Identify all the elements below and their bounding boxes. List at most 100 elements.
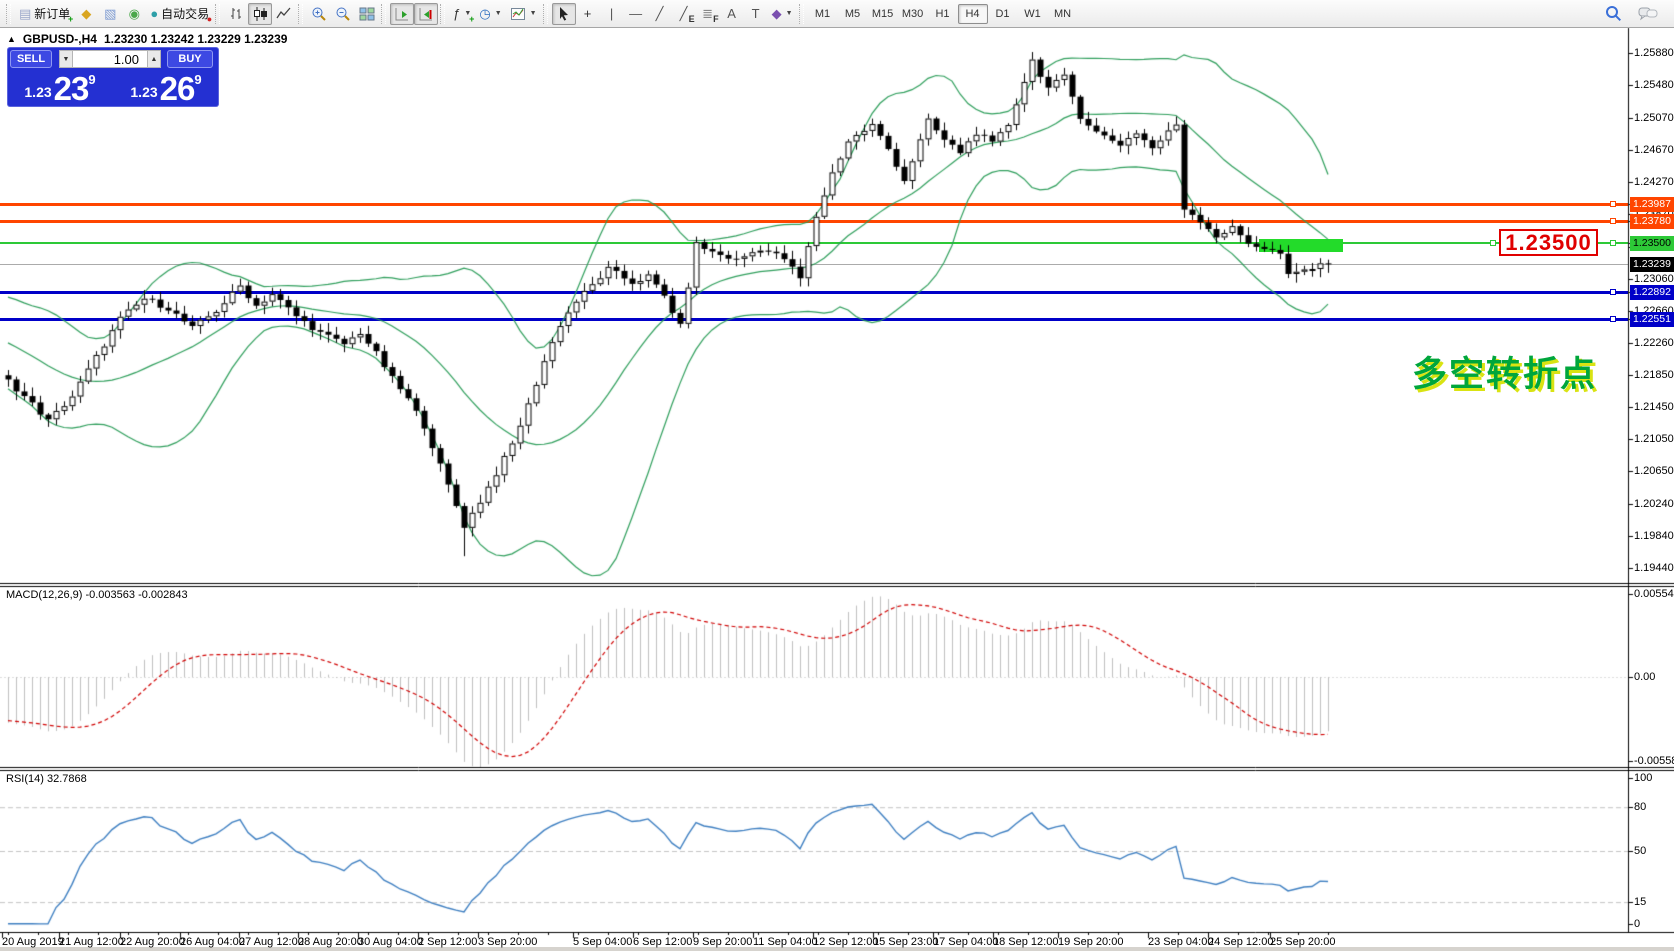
data-window-icon[interactable]: ▧ xyxy=(98,3,122,25)
rsi-axis-label: 0 xyxy=(1634,918,1640,930)
rsi-axis-label: 50 xyxy=(1634,845,1646,857)
auto-trading-icon[interactable]: ●●自动交易 xyxy=(146,3,213,25)
rsi-axis-label: 15 xyxy=(1634,896,1646,908)
timeframe-button-d1[interactable]: D1 xyxy=(988,4,1018,24)
toolbar-grip xyxy=(6,4,11,24)
price-axis-label: 1.24670 xyxy=(1634,144,1674,156)
one-click-trading-panel[interactable]: SELL ▼ ▲ BUY 1.23239 1.23269 xyxy=(7,47,219,107)
timeframe-button-w1[interactable]: W1 xyxy=(1018,4,1048,24)
volume-input[interactable] xyxy=(73,50,147,68)
support-line-1[interactable] xyxy=(0,291,1628,294)
horizontal-line-icon[interactable]: — xyxy=(624,3,648,25)
rsi-axis-label: 80 xyxy=(1634,801,1646,813)
time-axis-label: 30 Aug 04:00 xyxy=(358,936,423,948)
price-axis-label: 1.21450 xyxy=(1634,401,1674,413)
fibonacci-icon[interactable]: ≣F xyxy=(696,3,720,25)
line-anchor-node[interactable] xyxy=(1610,218,1616,224)
arrows-icon[interactable]: ◆▼ xyxy=(768,3,797,25)
line-anchor-node[interactable] xyxy=(1610,201,1616,207)
buy-price[interactable]: 1.23269 xyxy=(115,71,217,105)
toolbar-grip xyxy=(543,4,548,24)
zoom-out-icon[interactable] xyxy=(331,3,355,25)
line-anchor-node[interactable] xyxy=(1610,316,1616,322)
time-axis-label: 15 Sep 23:00 xyxy=(873,936,938,948)
price-axis-label: 1.25480 xyxy=(1634,79,1674,91)
line-anchor-node[interactable] xyxy=(1490,240,1496,246)
time-axis-label: 19 Sep 20:00 xyxy=(1058,936,1123,948)
support-line-2[interactable] xyxy=(0,318,1628,321)
bar-chart-icon[interactable] xyxy=(224,3,248,25)
resistance-line-2[interactable] xyxy=(0,220,1628,223)
text-label-icon[interactable]: T xyxy=(744,3,768,25)
line-chart-icon[interactable] xyxy=(272,3,296,25)
line-anchor-node[interactable] xyxy=(1610,240,1616,246)
time-axis-label: 21 Aug 12:00 xyxy=(59,936,124,948)
turning-point-annotation[interactable]: 多空转折点 xyxy=(1412,346,1597,397)
timeframe-button-mn[interactable]: MN xyxy=(1048,4,1078,24)
equidistant-channel-icon[interactable]: ╱E xyxy=(672,3,696,25)
price-badge: 1.23239 xyxy=(1630,257,1674,272)
volume-increase-button[interactable]: ▲ xyxy=(147,50,161,68)
auto-scroll-icon[interactable] xyxy=(390,3,414,25)
current-price-line[interactable] xyxy=(0,264,1628,265)
time-axis-label: 23 Sep 04:00 xyxy=(1148,936,1213,948)
toolbar: ▤+新订单◆▧◉●●自动交易ƒ+▼◷▼▼+|—╱╱E≣FAT◆▼M1M5M15M… xyxy=(0,0,1674,28)
search-icon[interactable] xyxy=(1601,3,1626,25)
price-axis-label: 1.19840 xyxy=(1634,530,1674,542)
cursor-icon[interactable] xyxy=(552,3,576,25)
sell-button[interactable]: SELL xyxy=(10,50,52,68)
price-alert-label[interactable]: 1.23500 xyxy=(1499,229,1598,256)
price-axis-label: 1.23060 xyxy=(1634,273,1674,285)
price-badge: 1.23987 xyxy=(1630,197,1674,212)
timeframe-button-m5[interactable]: M5 xyxy=(838,4,868,24)
zoom-in-icon[interactable] xyxy=(307,3,331,25)
crosshair-icon[interactable]: + xyxy=(576,3,600,25)
price-axis-label: 1.22260 xyxy=(1634,337,1674,349)
chart-shift-icon[interactable] xyxy=(414,3,438,25)
rsi-axis-label: 100 xyxy=(1634,772,1652,784)
time-axis-label: 22 Aug 20:00 xyxy=(120,936,185,948)
line-anchor-node[interactable] xyxy=(1610,289,1616,295)
market-watch-icon[interactable]: ◉ xyxy=(122,3,146,25)
toolbar-grip xyxy=(215,4,220,24)
price-axis-label: 1.21850 xyxy=(1634,369,1674,381)
toolbar-grip xyxy=(381,4,386,24)
text-icon[interactable]: A xyxy=(720,3,744,25)
candlestick-chart-icon[interactable] xyxy=(248,3,272,25)
periods-icon[interactable]: ◷▼ xyxy=(475,3,505,25)
highlight-zone[interactable] xyxy=(1259,239,1343,252)
collapse-icon[interactable]: ▲ xyxy=(7,34,16,44)
mt4-window: { "colors": { "orange_line": "#ff4500", … xyxy=(0,0,1674,951)
toolbar-right xyxy=(1601,3,1670,25)
timeframe-button-h1[interactable]: H1 xyxy=(928,4,958,24)
price-badge: 1.22892 xyxy=(1630,285,1674,300)
price-axis-label: 1.25880 xyxy=(1634,47,1674,59)
price-axis-label: 1.20240 xyxy=(1634,498,1674,510)
vertical-line-icon[interactable]: | xyxy=(600,3,624,25)
sell-price[interactable]: 1.23239 xyxy=(9,71,111,105)
time-axis-label: 20 Aug 2019 xyxy=(2,936,64,948)
time-axis-label: 6 Sep 12:00 xyxy=(633,936,692,948)
volume-decrease-button[interactable]: ▼ xyxy=(59,50,73,68)
time-axis-label: 12 Sep 12:00 xyxy=(813,936,878,948)
new-order-icon[interactable]: ▤+新订单 xyxy=(15,3,74,25)
time-axis-label: 18 Sep 12:00 xyxy=(993,936,1058,948)
toolbar-grip xyxy=(298,4,303,24)
time-axis-label: 2 Sep 12:00 xyxy=(418,936,477,948)
pivot-line[interactable] xyxy=(0,242,1628,244)
time-axis-label: 9 Sep 20:00 xyxy=(693,936,752,948)
indicators-icon[interactable]: ƒ+▼ xyxy=(449,3,475,25)
timeframe-button-m15[interactable]: M15 xyxy=(868,4,898,24)
trendline-icon[interactable]: ╱ xyxy=(648,3,672,25)
timeframe-button-m1[interactable]: M1 xyxy=(808,4,838,24)
resistance-line-1[interactable] xyxy=(0,203,1628,206)
price-axis-label: 1.21050 xyxy=(1634,433,1674,445)
buy-button[interactable]: BUY xyxy=(167,50,213,68)
timeframe-button-m30[interactable]: M30 xyxy=(898,4,928,24)
templates-icon[interactable]: ▼ xyxy=(506,3,541,25)
tile-windows-icon[interactable] xyxy=(355,3,379,25)
chat-icon[interactable] xyxy=(1634,3,1662,25)
highlighter-icon[interactable]: ◆ xyxy=(74,3,98,25)
timeframe-button-h4[interactable]: H4 xyxy=(958,4,988,24)
ohlc-values: 1.23230 1.23242 1.23229 1.23239 xyxy=(104,32,288,46)
